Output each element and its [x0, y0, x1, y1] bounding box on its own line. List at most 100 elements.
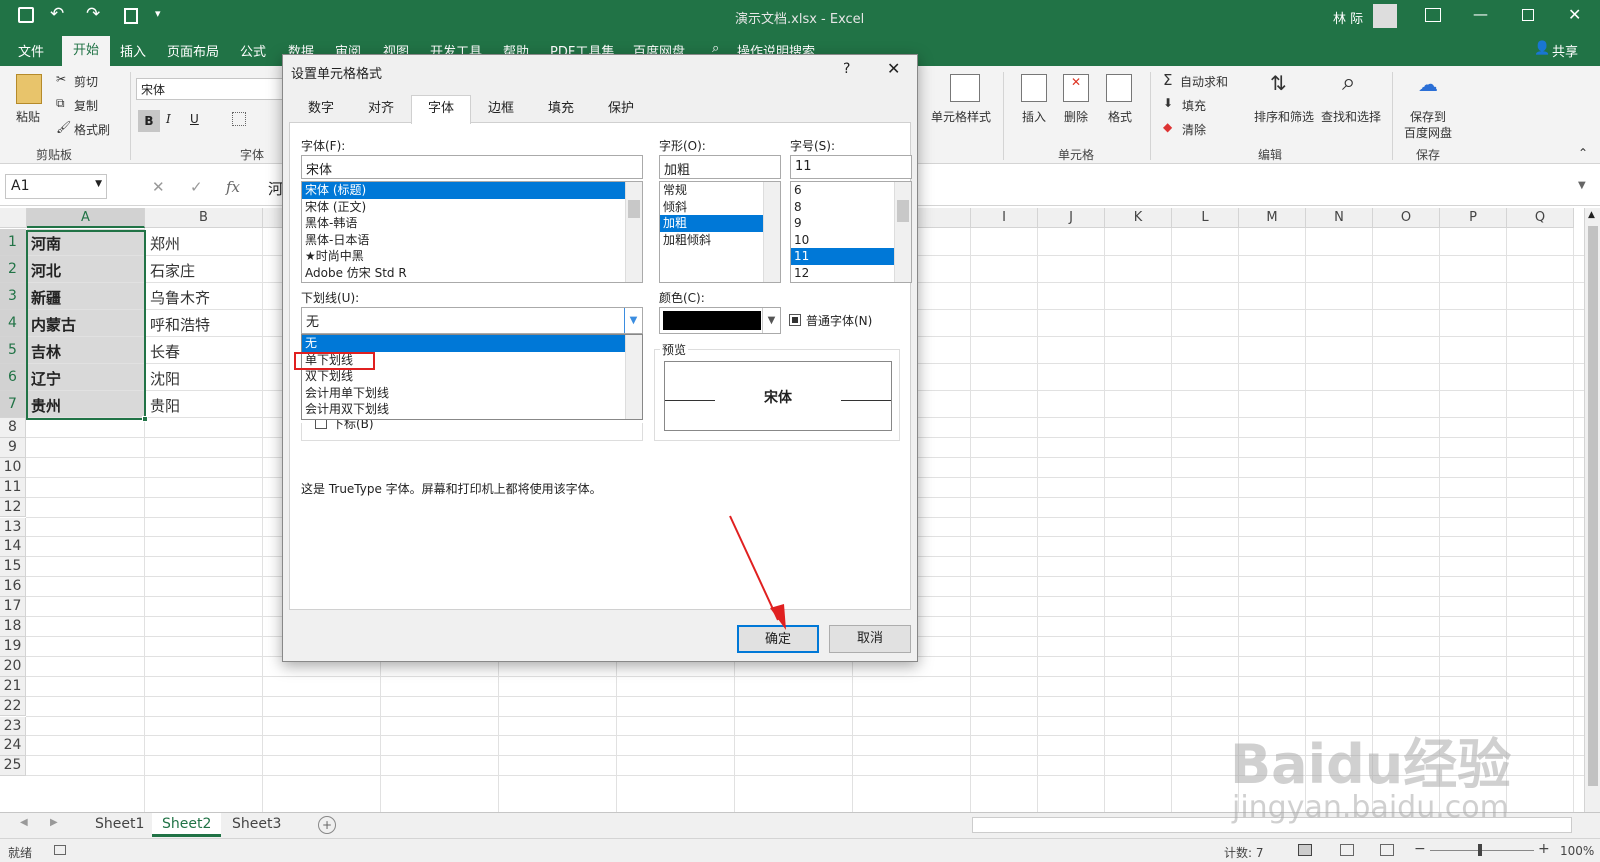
row-header-24[interactable]: 24: [0, 736, 26, 757]
column-header-m[interactable]: M: [1239, 208, 1306, 228]
row-header-19[interactable]: 19: [0, 636, 26, 657]
close-dialog-icon[interactable]: ✕: [887, 59, 900, 78]
tab-alignment[interactable]: 对齐: [351, 95, 411, 123]
row-header-8[interactable]: 8: [0, 418, 26, 438]
font-style-item[interactable]: 加粗: [660, 215, 780, 232]
font-size-list[interactable]: 6 8 9 10 11 12: [790, 181, 912, 283]
sort-filter-icon[interactable]: ⇅: [1270, 71, 1287, 95]
cell-b5[interactable]: 长春: [148, 337, 268, 363]
row-header-17[interactable]: 17: [0, 597, 26, 617]
column-header-n[interactable]: N: [1306, 208, 1373, 228]
paste-icon[interactable]: [16, 74, 42, 104]
column-header-q[interactable]: Q: [1507, 208, 1574, 228]
fill-icon[interactable]: ⬇: [1163, 96, 1173, 110]
tab-formulas[interactable]: 公式: [240, 41, 266, 60]
sheet-tab-1[interactable]: Sheet1: [85, 813, 154, 837]
insert-function-icon[interactable]: fx: [226, 178, 240, 196]
column-header-p[interactable]: P: [1440, 208, 1507, 228]
clear-button[interactable]: 清除: [1182, 121, 1206, 138]
normal-font-checkbox[interactable]: [789, 314, 801, 326]
underline-option[interactable]: 无: [302, 335, 642, 352]
underline-option[interactable]: 会计用双下划线: [302, 401, 642, 418]
customize-qat-icon[interactable]: ▾: [155, 7, 161, 20]
sheet-tab-2[interactable]: Sheet2: [152, 813, 222, 837]
restore-icon[interactable]: [1522, 9, 1534, 21]
font-size-item[interactable]: 11: [791, 248, 911, 265]
scroll-up-icon[interactable]: ▲: [1588, 210, 1595, 220]
autosum-icon[interactable]: Σ: [1163, 71, 1172, 89]
user-name[interactable]: 林 际: [1333, 8, 1363, 27]
column-header-j[interactable]: J: [1038, 208, 1105, 228]
column-header-l[interactable]: L: [1172, 208, 1239, 228]
minimize-icon[interactable]: —: [1473, 5, 1488, 23]
cell-b7[interactable]: 贵阳: [148, 391, 268, 417]
tab-border[interactable]: 边框: [471, 95, 531, 123]
underline-select[interactable]: 无 ▼: [301, 307, 643, 334]
delete-cells-icon[interactable]: ✕: [1063, 74, 1089, 102]
font-list-item[interactable]: ★时尚中黑: [302, 248, 642, 265]
format-painter-icon[interactable]: 🖌: [56, 120, 71, 134]
cancel-entry-icon[interactable]: ✕: [152, 178, 165, 196]
font-list-item[interactable]: 宋体 (正文): [302, 199, 642, 216]
format-cells-button[interactable]: 格式: [1108, 108, 1132, 125]
macro-record-icon[interactable]: [54, 845, 66, 855]
normal-view-icon[interactable]: [1298, 844, 1312, 856]
column-header-i[interactable]: I: [971, 208, 1038, 228]
row-header-22[interactable]: 22: [0, 696, 26, 717]
cell-b2[interactable]: 石家庄: [148, 256, 268, 282]
row-header-9[interactable]: 9: [0, 437, 26, 458]
tab-font[interactable]: 字体: [411, 95, 471, 124]
row-header-1[interactable]: 1: [0, 229, 26, 256]
insert-cells-icon[interactable]: [1021, 74, 1047, 102]
row-header-12[interactable]: 12: [0, 497, 26, 518]
font-list-item[interactable]: 黑体-韩语: [302, 215, 642, 232]
format-painter-button[interactable]: 格式刷: [74, 121, 110, 138]
underline-option[interactable]: 会计用单下划线: [302, 385, 642, 402]
fill-handle[interactable]: [142, 416, 148, 422]
cancel-button[interactable]: 取消: [829, 625, 911, 653]
tab-protection[interactable]: 保护: [591, 95, 651, 123]
delete-cells-button[interactable]: 删除: [1064, 108, 1088, 125]
collapse-ribbon-icon[interactable]: ⌃: [1578, 146, 1588, 160]
row-header-25[interactable]: 25: [0, 756, 26, 777]
help-button[interactable]: ?: [843, 61, 850, 77]
zoom-level[interactable]: 100%: [1560, 844, 1594, 858]
font-style-item[interactable]: 加粗倾斜: [660, 232, 780, 249]
row-header-18[interactable]: 18: [0, 617, 26, 637]
bold-button[interactable]: B: [138, 110, 160, 132]
font-style-item[interactable]: 常规: [660, 182, 780, 199]
paste-button[interactable]: 粘贴: [16, 108, 40, 125]
save-icon[interactable]: [18, 7, 34, 23]
column-header-o[interactable]: O: [1373, 208, 1440, 228]
row-header-21[interactable]: 21: [0, 676, 26, 697]
zoom-slider[interactable]: [1430, 850, 1534, 851]
color-picker[interactable]: ▼: [659, 307, 781, 334]
font-size-input[interactable]: 11: [790, 155, 912, 179]
font-style-item[interactable]: 倾斜: [660, 199, 780, 216]
select-all-corner[interactable]: [0, 208, 27, 228]
row-header-10[interactable]: 10: [0, 457, 26, 478]
cell-b1[interactable]: 郑州: [148, 229, 268, 255]
font-size-item[interactable]: 9: [791, 215, 911, 232]
share-button[interactable]: 共享: [1552, 41, 1578, 60]
format-cells-icon[interactable]: [1106, 74, 1132, 102]
row-header-5[interactable]: 5: [0, 337, 26, 364]
page-layout-view-icon[interactable]: [1340, 844, 1354, 856]
sort-filter-button[interactable]: 排序和筛选: [1254, 108, 1314, 125]
borders-icon[interactable]: [232, 112, 246, 126]
italic-button[interactable]: I: [166, 112, 171, 126]
autosum-button[interactable]: 自动求和: [1180, 73, 1228, 90]
row-header-16[interactable]: 16: [0, 577, 26, 598]
tab-insert[interactable]: 插入: [120, 41, 146, 60]
scroll-thumb[interactable]: [1588, 226, 1598, 786]
tab-home[interactable]: 开始: [62, 36, 110, 66]
cell-b6[interactable]: 沈阳: [148, 364, 268, 390]
copy-button[interactable]: 复制: [74, 97, 98, 114]
tab-file[interactable]: 文件: [18, 41, 44, 60]
row-header-20[interactable]: 20: [0, 656, 26, 677]
chevron-down-icon[interactable]: ▼: [624, 308, 642, 333]
cell-styles-button[interactable]: 单元格样式: [931, 108, 991, 125]
row-header-13[interactable]: 13: [0, 517, 26, 538]
font-name-box[interactable]: 宋体: [136, 78, 286, 100]
underline-dropdown-scrollbar[interactable]: [625, 335, 642, 419]
